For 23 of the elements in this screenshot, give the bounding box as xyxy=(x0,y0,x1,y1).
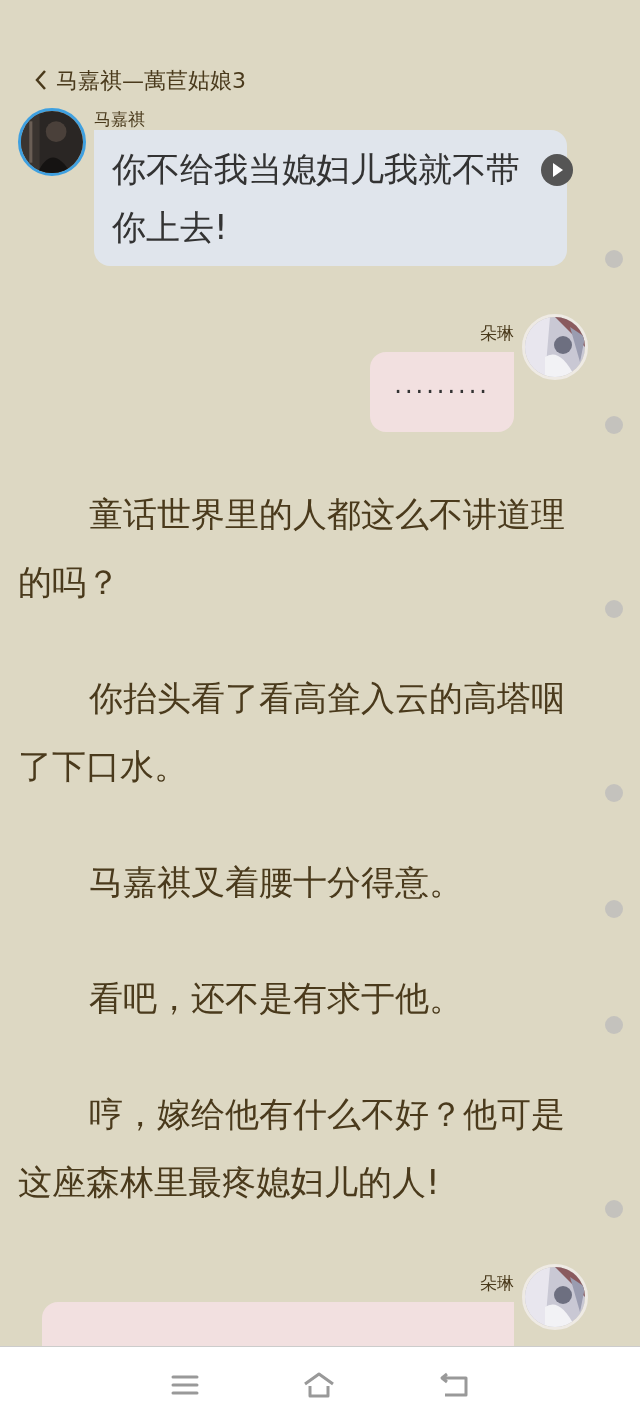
sender-name: 朵琳 xyxy=(480,1272,514,1294)
comment-marker[interactable] xyxy=(605,416,623,434)
story-paragraph: 哼，嫁给他有什么不好？他可是这座森林里最疼媳妇儿的人! xyxy=(18,1093,567,1204)
comment-marker[interactable] xyxy=(605,784,623,802)
back-icon[interactable] xyxy=(34,69,48,91)
chapter-title: 马嘉祺—萬苣姑娘3 xyxy=(56,66,246,95)
comment-marker[interactable] xyxy=(605,900,623,918)
comment-marker[interactable] xyxy=(605,1200,623,1218)
message-bubble: 你不给我当媳妇儿我就不带你上去! xyxy=(94,130,567,266)
home-icon[interactable] xyxy=(302,1370,336,1399)
message-bubble: ········· xyxy=(370,352,514,432)
sender-name: 马嘉祺 xyxy=(94,108,146,130)
sender-name: 朵琳 xyxy=(480,322,514,344)
avatar[interactable] xyxy=(18,108,86,176)
comment-marker[interactable] xyxy=(605,600,623,618)
story-paragraph: 马嘉祺叉着腰十分得意。 xyxy=(88,861,465,904)
comment-marker[interactable] xyxy=(605,1016,623,1034)
story-paragraph: 你抬头看了看高耸入云的高塔咽了下口水。 xyxy=(18,677,567,788)
story-paragraph: 童话世界里的人都这么不讲道理的吗？ xyxy=(18,493,567,604)
menu-icon[interactable] xyxy=(171,1373,200,1396)
comment-marker[interactable] xyxy=(605,250,623,268)
story-paragraph: 看吧，还不是有求于他。 xyxy=(88,977,465,1020)
play-icon[interactable] xyxy=(541,154,573,186)
